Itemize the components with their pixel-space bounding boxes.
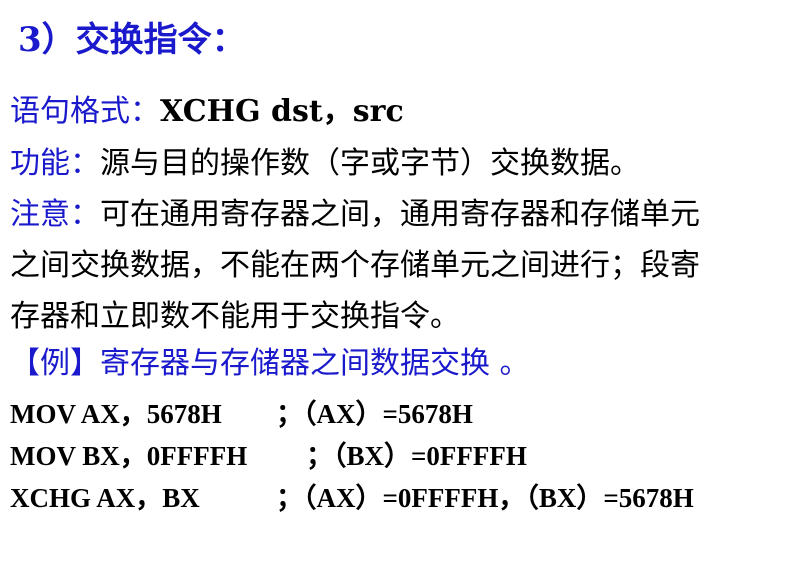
code-instr-3: XCHG AX，BX [10,483,200,513]
code-comment-3: ；（AX）=0FFFFH，（BX）=5678H [276,483,694,513]
note-line-2: 之间交换数据，不能在两个存储单元之间进行；段寄 [10,248,700,283]
syntax-value: XCHG dst，src [160,94,404,129]
syntax-label: 语句格式： [10,94,160,129]
code-instr-1: MOV AX，5678H [10,399,222,429]
code-line-3: XCHG AX，BX ；（AX）=0FFFFH，（BX）=5678H [10,476,694,515]
code-line-2: MOV BX，0FFFFH ；（BX）=0FFFFH [10,434,527,473]
code-instr-2: MOV BX，0FFFFH [10,441,248,471]
function-text: 源与目的操作数（字或字节）交换数据。 [100,146,640,181]
code-comment-2: ；（BX）=0FFFFH [306,441,527,471]
function-line: 功能：源与目的操作数（字或字节）交换数据。 [10,138,640,182]
function-label: 功能： [10,146,100,181]
section-title: 3）交换指令： [18,20,246,60]
note-label: 注意： [10,197,100,232]
note-line-3: 存器和立即数不能用于交换指令。 [10,299,460,334]
code-comment-1: ；（AX）=5678H [276,399,473,429]
note-line-1: 注意：可在通用寄存器之间，通用寄存器和存储单元 [10,189,700,233]
example-heading: 【例】寄存器与存储器之间数据交换 。 [10,346,530,381]
note-text-1: 可在通用寄存器之间，通用寄存器和存储单元 [100,197,700,232]
syntax-line: 语句格式：XCHG dst，src [10,86,404,130]
code-line-1: MOV AX，5678H ；（AX）=5678H [10,392,473,431]
